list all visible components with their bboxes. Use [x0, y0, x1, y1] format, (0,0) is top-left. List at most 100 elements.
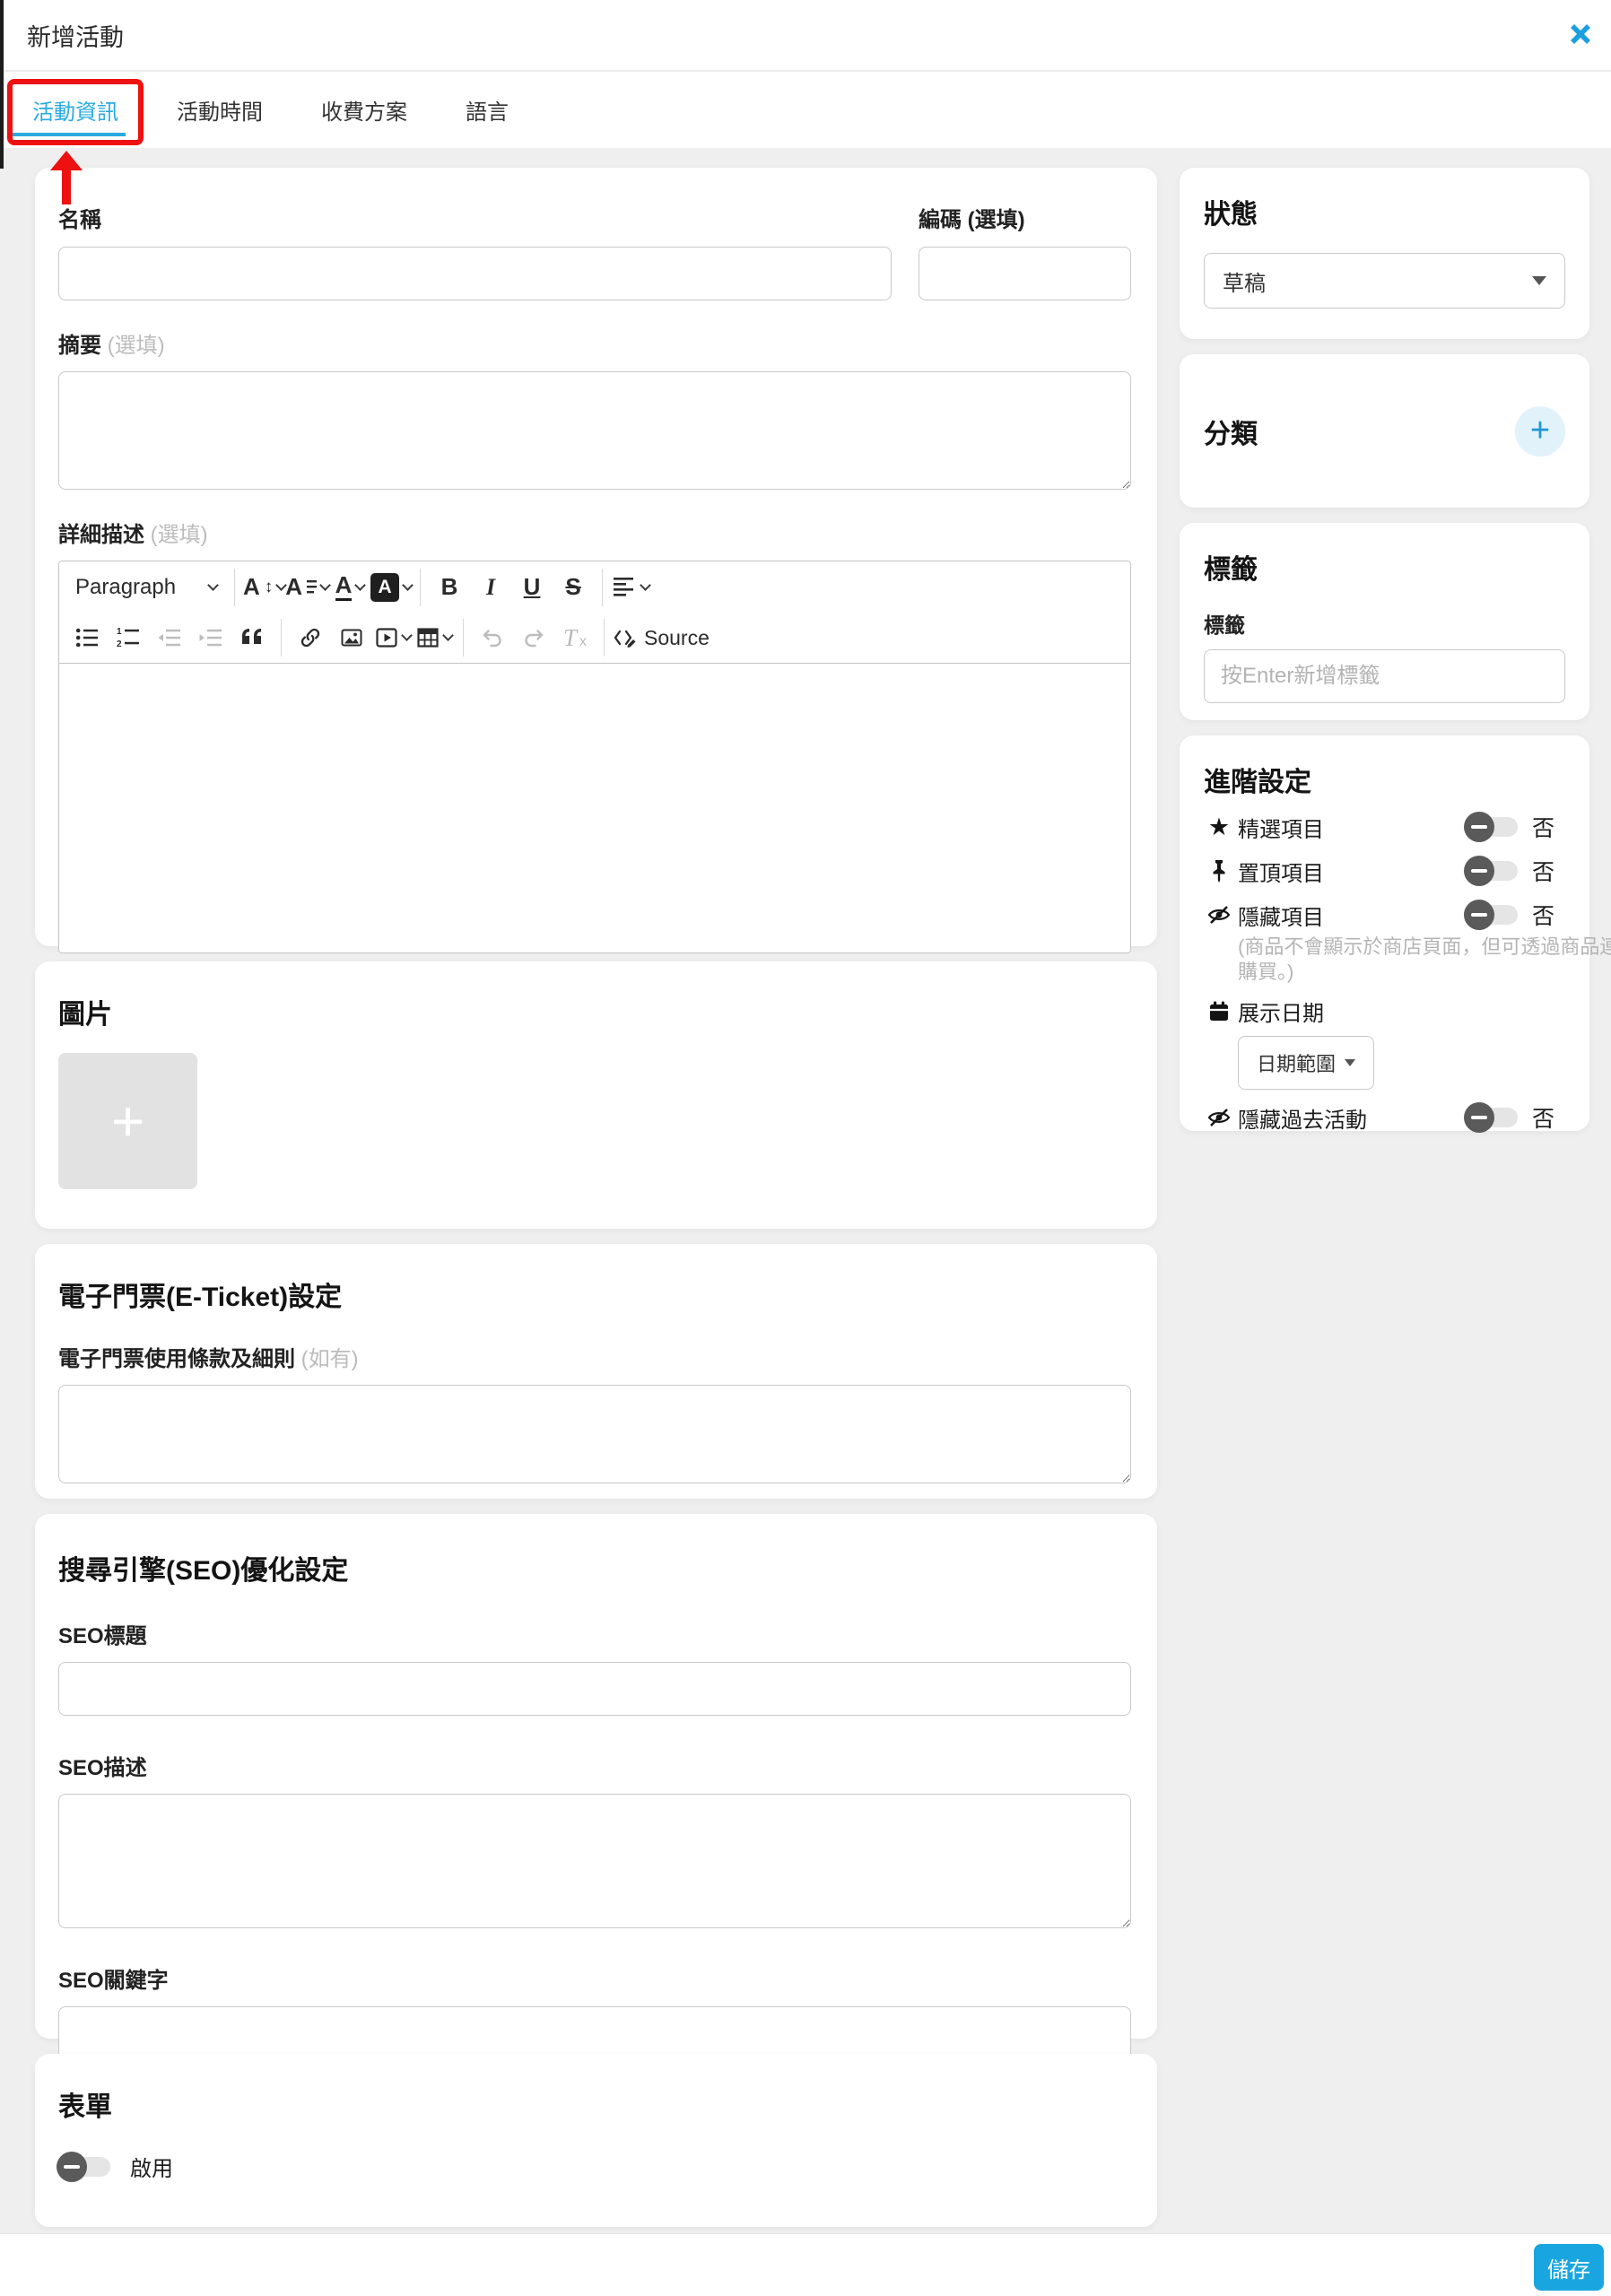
tab-language[interactable]: 語言	[457, 94, 518, 126]
underline-button[interactable]: U	[511, 567, 553, 608]
seo-keywords-input[interactable]	[58, 2006, 1131, 2060]
hidden-toggle-state: 否	[1532, 899, 1554, 931]
media-icon	[375, 626, 398, 649]
name-input[interactable]	[58, 247, 892, 300]
source-button[interactable]: Source	[613, 617, 710, 658]
seo-settings-card: 搜尋引擎(SEO)優化設定 SEO標題 SEO描述 SEO關鍵字	[35, 1514, 1157, 2039]
tab-activity-time[interactable]: 活動時間	[168, 94, 272, 126]
table-icon	[416, 626, 440, 649]
link-button[interactable]	[290, 617, 331, 658]
toggle-knob	[1464, 1102, 1494, 1133]
font-size-button[interactable]: A↕	[243, 567, 285, 608]
description-label-text: 詳細描述	[58, 523, 144, 547]
summary-textarea[interactable]	[58, 371, 1131, 490]
font-background-button[interactable]: A	[370, 567, 412, 608]
caret-down-icon	[1345, 1059, 1355, 1066]
hidden-toggle[interactable]	[1466, 905, 1518, 925]
italic-button[interactable]: I	[470, 567, 511, 608]
svg-text:1: 1	[117, 627, 122, 637]
form-enable-label: 啟用	[130, 2151, 173, 2182]
description-label: 詳細描述 (選填)	[58, 517, 1131, 548]
eye-slash-icon	[1204, 903, 1234, 926]
redo-button[interactable]	[513, 617, 554, 658]
editor-content-area[interactable]	[59, 664, 1130, 952]
activity-info-card: 名稱 編碼 (選填) 摘要 (選填)	[35, 168, 1157, 946]
new-activity-modal: 新增活動 活動資訊 活動時間 收費方案 語言 名稱	[0, 0, 1611, 2296]
outdent-button[interactable]	[149, 617, 190, 658]
toggle-knob	[1464, 856, 1494, 886]
indent-button[interactable]	[190, 617, 231, 658]
pinned-label: 置頂項目	[1238, 856, 1324, 887]
summary-label: 摘要 (選填)	[58, 327, 1131, 359]
remove-format-button[interactable]: Tx	[554, 617, 596, 658]
pinned-toggle-state: 否	[1532, 855, 1554, 887]
toggle-knob	[1464, 812, 1494, 842]
description-optional-text: (選填)	[151, 523, 208, 547]
eticket-card-title: 電子門票(E-Ticket)設定	[58, 1274, 1131, 1314]
chevron-down-icon	[640, 579, 651, 591]
link-icon	[299, 626, 322, 649]
bold-button[interactable]: B	[429, 567, 470, 608]
tab-pricing-plan[interactable]: 收費方案	[312, 94, 416, 126]
hidden-label: 隱藏項目	[1238, 900, 1324, 931]
modal-header: 新增活動	[0, 0, 1611, 72]
bulleted-list-button[interactable]	[66, 617, 108, 658]
tags-card-title: 標籤	[1204, 547, 1565, 587]
advanced-settings-card: 進階設定 ★ 精選項目 否 置頂項目 否	[1180, 735, 1589, 1131]
close-button[interactable]	[1563, 16, 1598, 52]
blockquote-button[interactable]	[231, 617, 273, 658]
add-category-button[interactable]: +	[1515, 406, 1565, 457]
numbered-list-button[interactable]: 12	[108, 617, 149, 658]
tab-activity-info[interactable]: 活動資訊	[23, 94, 127, 126]
form-enable-toggle[interactable]	[58, 2157, 110, 2177]
paragraph-dropdown[interactable]: Paragraph	[66, 567, 226, 608]
insert-image-button[interactable]	[331, 617, 372, 658]
form-card: 表單 啟用	[35, 2054, 1157, 2227]
numbered-list-icon: 12	[117, 626, 140, 649]
category-card-title: 分類	[1204, 412, 1258, 451]
strikethrough-button[interactable]: S	[553, 567, 594, 608]
plus-icon: +	[111, 1092, 144, 1150]
paragraph-dropdown-value: Paragraph	[75, 575, 176, 600]
media-embed-button[interactable]	[372, 617, 414, 658]
active-tab-underline	[7, 133, 126, 136]
featured-label: 精選項目	[1238, 812, 1324, 843]
hide-past-toggle[interactable]	[1466, 1108, 1518, 1127]
pinned-toggle[interactable]	[1466, 861, 1518, 881]
summary-optional-text: (選填)	[108, 334, 165, 358]
save-button[interactable]: 儲存	[1534, 2244, 1604, 2291]
status-card-title: 狀態	[1204, 192, 1565, 231]
undo-button[interactable]	[472, 617, 513, 658]
featured-toggle[interactable]	[1466, 817, 1518, 837]
pinned-row: 置頂項目 否	[1204, 855, 1565, 887]
text-lines-icon	[307, 580, 317, 594]
tags-card: 標籤 標籤	[1180, 523, 1589, 720]
annotation-arrow-stem	[62, 167, 71, 204]
font-color-button[interactable]: A	[329, 567, 370, 608]
eticket-terms-label-text: 電子門票使用條款及細則	[58, 1347, 295, 1371]
eticket-terms-textarea[interactable]	[58, 1385, 1131, 1483]
date-range-select[interactable]: 日期範圍	[1238, 1036, 1374, 1090]
alignment-button[interactable]	[611, 567, 652, 608]
image-card: 圖片 +	[35, 961, 1157, 1229]
summary-label-text: 摘要	[58, 334, 101, 358]
redo-icon	[522, 626, 545, 649]
insert-table-button[interactable]	[414, 617, 455, 658]
eticket-settings-card: 電子門票(E-Ticket)設定 電子門票使用條款及細則 (如有)	[35, 1244, 1157, 1499]
tab-bar: 活動資訊 活動時間 收費方案 語言	[0, 72, 1611, 148]
calendar-icon	[1204, 1000, 1234, 1023]
code-input[interactable]	[919, 247, 1131, 300]
chevron-down-icon	[355, 579, 367, 591]
eye-slash-icon	[1204, 1106, 1234, 1129]
font-family-button[interactable]: A	[285, 567, 329, 608]
close-icon	[1569, 22, 1592, 46]
status-select-value: 草稿	[1223, 265, 1266, 297]
seo-title-input[interactable]	[58, 1662, 1131, 1716]
seo-description-textarea[interactable]	[58, 1794, 1131, 1928]
status-select[interactable]: 草稿	[1204, 253, 1565, 309]
add-image-button[interactable]: +	[58, 1053, 197, 1189]
modal-footer: 儲存	[0, 2233, 1611, 2296]
outdent-icon	[158, 626, 181, 649]
tags-input[interactable]	[1204, 649, 1565, 703]
chevron-down-icon	[442, 630, 454, 641]
